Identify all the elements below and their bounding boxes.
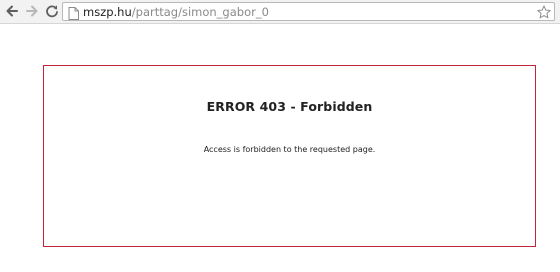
back-arrow-icon[interactable]: [4, 3, 20, 19]
url-text[interactable]: mszp.hu/parttag/simon_gabor_0: [83, 4, 269, 20]
error-box: ERROR 403 - Forbidden Access is forbidde…: [43, 65, 536, 247]
url-host: mszp.hu: [83, 5, 132, 19]
error-title: ERROR 403 - Forbidden: [206, 99, 373, 114]
error-message: Access is forbidden to the requested pag…: [203, 145, 376, 154]
forward-arrow-icon[interactable]: [24, 3, 40, 19]
reload-icon[interactable]: [44, 3, 60, 19]
page-content: ERROR 403 - Forbidden Access is forbidde…: [0, 24, 560, 272]
star-icon[interactable]: [537, 4, 551, 23]
page-icon: [68, 5, 79, 24]
browser-toolbar: mszp.hu/parttag/simon_gabor_0: [0, 0, 560, 24]
url-path: /parttag/simon_gabor_0: [131, 5, 269, 19]
address-bar[interactable]: mszp.hu/parttag/simon_gabor_0: [62, 2, 555, 21]
